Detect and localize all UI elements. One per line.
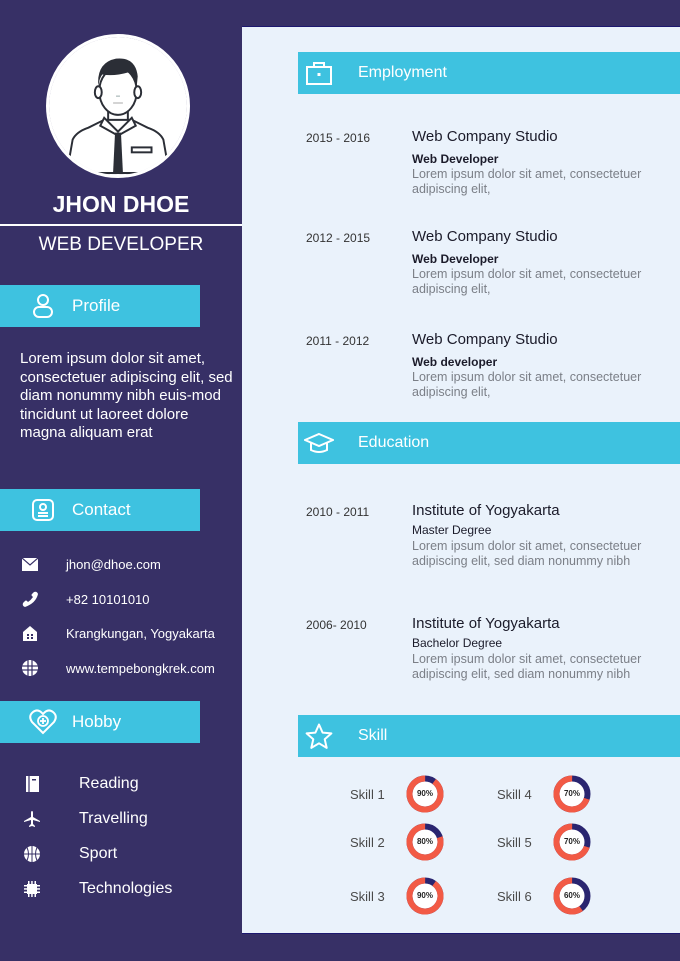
skill-item: Skill 5 70% (497, 823, 591, 861)
employment-description: Lorem ipsum dolor sit amet, consectetuer… (412, 370, 642, 399)
employment-company: Web Company Studio (412, 228, 558, 245)
education-school: Institute of Yogyakarta (412, 615, 560, 632)
person-role: WEB DEVELOPER (38, 234, 204, 255)
name-divider (0, 224, 242, 226)
contact-heading-label: Contact (72, 500, 131, 519)
education-degree: Master Degree (412, 523, 492, 537)
education-school: Institute of Yogyakarta (412, 502, 560, 519)
hobby-list: Reading Travelling Sport Technologies (0, 766, 242, 906)
skill-name: Skill 6 (497, 888, 532, 904)
user-icon (28, 291, 58, 321)
employment-position: Web developer (412, 355, 498, 369)
graduation-cap-icon (304, 428, 334, 458)
hobby-heading-label: Hobby (72, 712, 122, 731)
profile-heading-label: Profile (72, 296, 121, 315)
skill-percent: 60% (563, 891, 580, 900)
star-icon (304, 721, 334, 751)
skill-item: Skill 3 90% (350, 877, 444, 915)
employment-position: Web Developer (412, 252, 499, 266)
skill-percent: 70% (563, 789, 580, 798)
home-icon (20, 624, 40, 644)
employment-company: Web Company Studio (412, 128, 558, 145)
education-description: Lorem ipsum dolor sit amet, consectetuer… (412, 652, 642, 681)
employment-description: Lorem ipsum dolor sit amet, consectetuer… (412, 267, 642, 296)
contact-list: jhon@dhoe.com +82 10101010 Krangkungan, … (0, 548, 242, 686)
skill-percent: 70% (563, 837, 580, 846)
hobby-item-travelling: Travelling (0, 801, 242, 836)
contact-item-address: Krangkungan, Yogyakarta (0, 617, 242, 650)
employment-heading-label: Employment (358, 64, 447, 81)
employment-years: 2015 - 2016 (306, 131, 371, 145)
contact-email[interactable]: jhon@dhoe.com (66, 557, 161, 572)
employment-years: 2012 - 2015 (306, 231, 371, 245)
skill-donut: 70% (553, 775, 591, 813)
skill-percent: 90% (416, 789, 433, 798)
skill-donut: 90% (406, 775, 444, 813)
book-icon (22, 774, 42, 794)
hobby-item-technologies: Technologies (0, 871, 242, 906)
phone-icon (20, 589, 40, 609)
contact-item-website[interactable]: www.tempebongkrek.com (0, 652, 242, 685)
employment-heading: Employment (298, 52, 680, 94)
education-degree: Bachelor Degree (412, 636, 503, 650)
contact-card-icon (28, 495, 58, 525)
skill-donut: 90% (406, 877, 444, 915)
skill-name: Skill 2 (350, 834, 385, 850)
profile-text: Lorem ipsum dolor sit amet, consectetuer… (20, 350, 233, 441)
skill-item: Skill 1 90% (350, 775, 444, 813)
heart-plus-icon (28, 707, 58, 737)
avatar (46, 34, 190, 178)
contact-phone[interactable]: +82 10101010 (66, 592, 150, 607)
employment-company: Web Company Studio (412, 331, 558, 348)
chip-icon (22, 879, 42, 899)
contact-address: Krangkungan, Yogyakarta (66, 626, 215, 641)
education-heading-label: Education (358, 434, 430, 451)
contact-heading: Contact (0, 489, 200, 531)
globe-icon (20, 658, 40, 678)
skill-heading-label: Skill (358, 727, 388, 744)
hobby-heading: Hobby (0, 701, 200, 743)
education-heading: Education (298, 422, 680, 464)
skill-item: Skill 4 70% (497, 775, 591, 813)
hobby-item-sport: Sport (0, 836, 242, 871)
profile-heading: Profile (0, 285, 200, 327)
skill-name: Skill 4 (497, 786, 532, 802)
sidebar: JHON DHOE WEB DEVELOPER Profile Lorem ip… (0, 0, 242, 961)
skill-donut: 70% (553, 823, 591, 861)
contact-item-email[interactable]: jhon@dhoe.com (0, 548, 242, 581)
skill-name: Skill 1 (350, 786, 385, 802)
skill-percent: 90% (416, 891, 433, 900)
main-panel: Employment 2015 - 2016 Web Company Studi… (242, 26, 680, 934)
skill-percent: 80% (416, 837, 433, 846)
person-illustration-icon (49, 37, 187, 175)
airplane-icon (22, 809, 42, 829)
contact-website[interactable]: www.tempebongkrek.com (66, 661, 215, 676)
skill-donut: 60% (553, 877, 591, 915)
briefcase-icon (304, 58, 334, 88)
skill-name: Skill 5 (497, 834, 532, 850)
employment-description: Lorem ipsum dolor sit amet, consectetuer… (412, 167, 642, 196)
education-years: 2006- 2010 (306, 618, 367, 632)
hobby-reading: Reading (79, 774, 139, 792)
contact-item-phone[interactable]: +82 10101010 (0, 583, 242, 616)
skill-item: Skill 6 60% (497, 877, 591, 915)
hobby-technologies: Technologies (79, 879, 173, 897)
hobby-sport: Sport (79, 844, 118, 862)
basketball-icon (22, 844, 42, 864)
hobby-item-reading: Reading (0, 766, 242, 801)
skill-heading: Skill (298, 715, 680, 757)
education-description: Lorem ipsum dolor sit amet, consectetuer… (412, 539, 642, 568)
education-years: 2010 - 2011 (306, 505, 370, 519)
employment-years: 2011 - 2012 (306, 334, 370, 348)
person-name: JHON DHOE (52, 191, 190, 217)
employment-position: Web Developer (412, 152, 499, 166)
skill-name: Skill 3 (350, 888, 385, 904)
skill-item: Skill 2 80% (350, 823, 444, 861)
hobby-travelling: Travelling (79, 809, 148, 827)
mail-icon (20, 555, 40, 575)
skill-donut: 80% (406, 823, 444, 861)
